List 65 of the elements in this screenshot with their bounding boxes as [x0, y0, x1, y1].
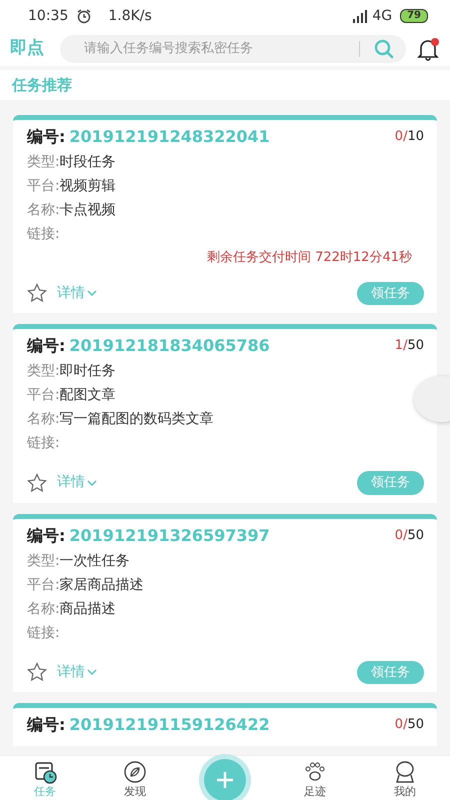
- clock-time: 10:35: [28, 6, 68, 26]
- tab-item[interactable]: 任务: [0, 756, 90, 800]
- tasks-icon: [33, 760, 57, 784]
- task-id: 201912191326597397: [69, 524, 271, 546]
- field-value: 写一篇配图的数码类文章: [60, 410, 214, 429]
- countdown-text: 剩余任务交付时间 722时12分41秒: [206, 249, 413, 267]
- field-label: 链接:: [27, 225, 60, 244]
- take-task-button[interactable]: 领任务: [357, 282, 424, 305]
- app-logo: 即点: [10, 37, 45, 60]
- star-icon[interactable]: [27, 662, 47, 682]
- details-toggle[interactable]: 详情: [57, 472, 99, 494]
- plus-icon: [216, 771, 234, 789]
- field-label: 名称:: [27, 201, 60, 220]
- details-toggle[interactable]: 详情: [57, 282, 99, 304]
- search-bar[interactable]: 请输入任务编号搜索私密任务: [60, 35, 406, 63]
- id-label: 编号:: [27, 714, 66, 736]
- field-value: 商品描述: [60, 600, 116, 618]
- network-speed: 1.8K/s: [108, 6, 152, 26]
- task-id: 201912181834065786: [69, 335, 271, 357]
- field-value: 配图文章: [60, 386, 116, 405]
- battery-level: 79: [400, 9, 428, 23]
- field-label: 平台:: [27, 576, 60, 594]
- field-label: 平台:: [27, 386, 60, 405]
- notification-bell-icon[interactable]: [416, 37, 440, 61]
- field-value: 即时任务: [60, 362, 116, 381]
- task-count: 1/50: [394, 337, 424, 356]
- star-icon[interactable]: [27, 472, 47, 493]
- tab-item[interactable]: 发现: [90, 756, 180, 800]
- alarm-icon: [76, 8, 92, 24]
- take-task-button[interactable]: 领任务: [357, 471, 424, 494]
- task-id: 201912191248322041: [69, 126, 271, 148]
- tab-item[interactable]: 我的: [360, 756, 450, 800]
- details-toggle[interactable]: 详情: [57, 662, 99, 683]
- field-label: 类型:: [27, 153, 60, 172]
- id-label: 编号:: [27, 335, 66, 357]
- task-count: 0/50: [394, 716, 424, 734]
- field-label: 类型:: [27, 362, 60, 381]
- me-icon: [393, 760, 417, 784]
- star-icon[interactable]: [27, 283, 47, 304]
- field-label: 名称:: [27, 410, 60, 429]
- search-field[interactable]: 请输入任务编号搜索私密任务: [82, 38, 359, 60]
- tab-item[interactable]: 足迹: [270, 756, 360, 800]
- field-label: 链接:: [27, 434, 60, 453]
- field-value: 时段任务: [60, 153, 116, 172]
- field-value: 卡点视频: [60, 201, 116, 220]
- field-label: 名称:: [27, 600, 60, 618]
- id-label: 编号:: [27, 126, 66, 148]
- task-count: 0/10: [394, 128, 424, 146]
- field-value: 家居商品描述: [60, 576, 144, 594]
- id-label: 编号:: [27, 524, 66, 546]
- signal-icon: [352, 9, 368, 23]
- discover-icon: [123, 760, 147, 784]
- task-id: 201912191159126422: [69, 714, 271, 736]
- network-type: 4G: [372, 6, 392, 26]
- field-label: 类型:: [27, 552, 60, 570]
- field-label: 平台:: [27, 177, 60, 196]
- field-label: 链接:: [27, 624, 60, 642]
- task-count: 0/50: [394, 526, 424, 545]
- field-value: 视频剪辑: [60, 177, 116, 196]
- take-task-button[interactable]: 领任务: [357, 660, 424, 684]
- section-title: 任务推荐: [12, 74, 72, 96]
- chevron-down-icon: [85, 478, 99, 488]
- chevron-down-icon: [85, 667, 99, 678]
- chevron-down-icon: [85, 288, 99, 298]
- field-value: 一次性任务: [60, 552, 130, 570]
